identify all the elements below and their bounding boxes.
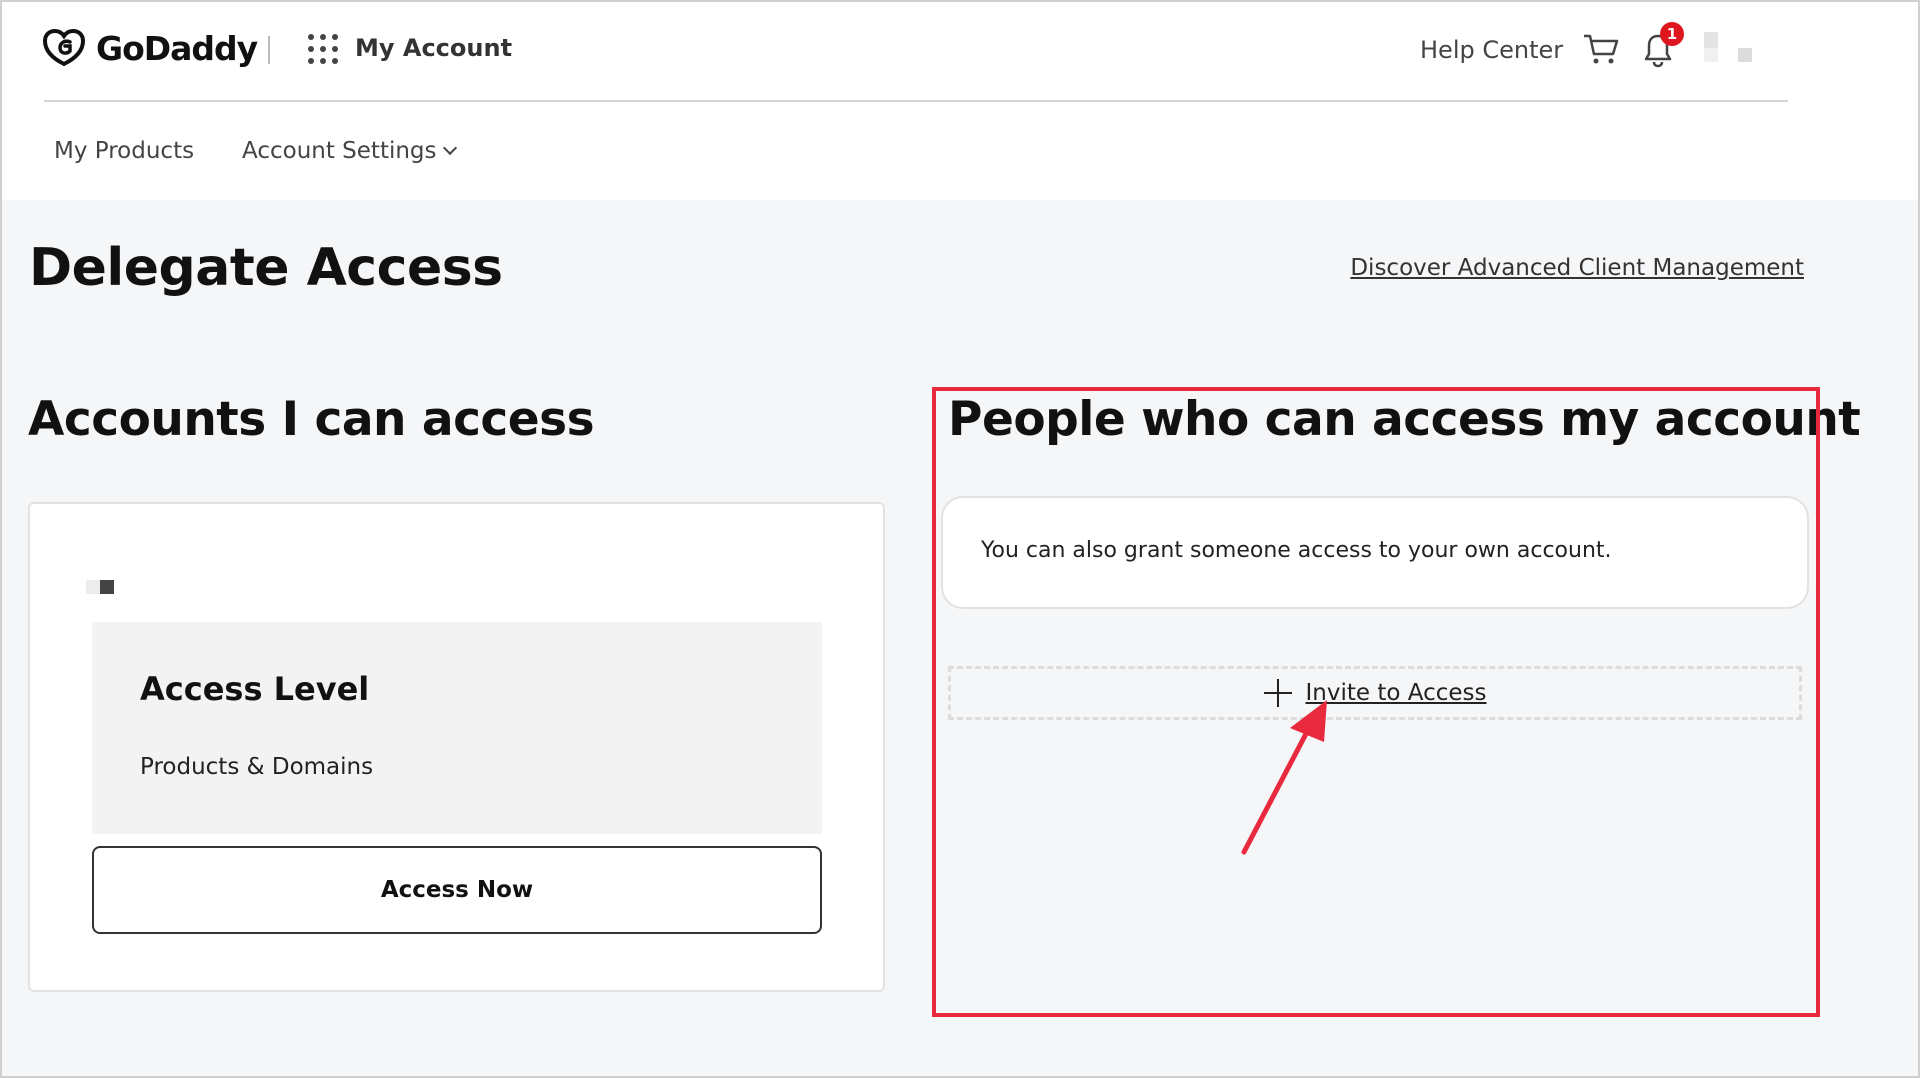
access-level-box: Access Level Products & Domains	[92, 622, 822, 834]
people-who-can-access-heading: People who can access my account	[948, 392, 1861, 447]
account-image	[86, 580, 118, 594]
header-rule	[44, 100, 1788, 102]
brand-name: GoDaddy	[96, 28, 258, 68]
godaddy-logo[interactable]: GoDaddy	[42, 28, 258, 68]
page-title: Delegate Access	[29, 238, 503, 298]
help-center-link[interactable]: Help Center	[1420, 36, 1563, 64]
access-level-label: Access Level	[140, 670, 370, 708]
grant-access-info-card: You can also grant someone access to you…	[941, 496, 1809, 609]
access-now-button[interactable]: Access Now	[92, 846, 822, 934]
nav-account-settings[interactable]: Account Settings	[242, 138, 457, 164]
my-account-link[interactable]: My Account	[355, 34, 512, 62]
avatar[interactable]	[1704, 32, 1760, 68]
notification-badge: 1	[1660, 22, 1684, 46]
accounts-i-can-access-heading: Accounts I can access	[28, 392, 595, 447]
chevron-down-icon	[442, 140, 457, 156]
account-card: Access Level Products & Domains Access N…	[28, 502, 885, 992]
top-header: GoDaddy My Account Help Center 1 My Prod…	[0, 0, 1920, 200]
grant-access-text: You can also grant someone access to you…	[981, 538, 1612, 563]
nav-account-settings-label: Account Settings	[242, 138, 437, 164]
annotation-arrow-icon	[1241, 700, 1327, 855]
cart-icon[interactable]	[1582, 32, 1620, 70]
invite-to-access-button[interactable]: Invite to Access	[948, 666, 1802, 720]
header-divider	[268, 36, 270, 64]
access-level-value: Products & Domains	[140, 754, 374, 780]
apps-grid-icon[interactable]	[308, 34, 338, 64]
discover-advanced-client-management-link[interactable]: Discover Advanced Client Management	[1350, 255, 1804, 281]
nav-my-products[interactable]: My Products	[54, 138, 194, 164]
main-content: Delegate Access Discover Advanced Client…	[0, 200, 1920, 1078]
godaddy-heart-icon	[42, 28, 86, 67]
